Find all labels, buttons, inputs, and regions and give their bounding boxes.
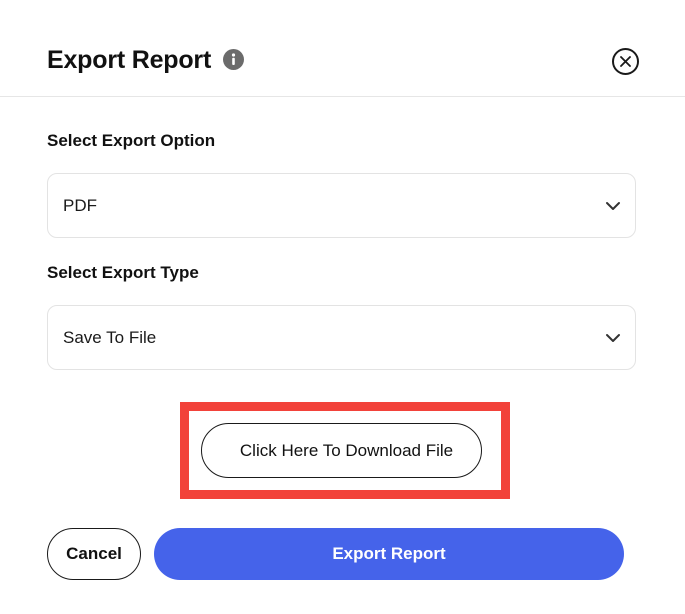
chevron-down-icon <box>606 334 620 342</box>
export-option-select[interactable]: PDF <box>47 173 636 238</box>
cancel-button[interactable]: Cancel <box>47 528 141 580</box>
dialog-title: Export Report <box>47 46 212 74</box>
dialog-header: Export Report <box>0 0 685 97</box>
chevron-down-icon <box>606 202 620 210</box>
info-icon[interactable] <box>223 49 244 70</box>
export-type-value: Save To File <box>63 328 157 347</box>
export-report-button[interactable]: Export Report <box>154 528 624 580</box>
export-type-select[interactable]: Save To File <box>47 305 636 370</box>
export-type-label: Select Export Type <box>47 263 199 282</box>
export-option-value: PDF <box>63 196 97 215</box>
close-icon <box>620 56 631 67</box>
close-button[interactable] <box>612 48 639 75</box>
download-file-button[interactable]: Click Here To Download File <box>201 423 482 478</box>
export-option-label: Select Export Option <box>47 131 216 150</box>
